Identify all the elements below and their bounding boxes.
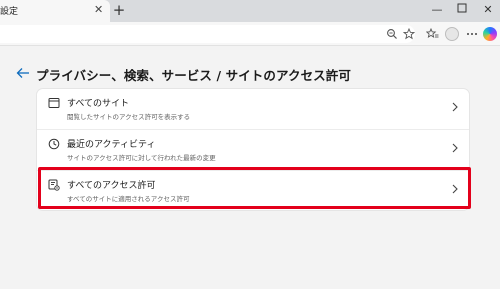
row-description: すべてのサイトに適用されるアクセス許可 bbox=[67, 195, 190, 203]
site-window-icon bbox=[48, 98, 60, 108]
close-icon[interactable]: ✕ bbox=[94, 3, 103, 17]
more-icon[interactable] bbox=[464, 26, 480, 42]
settings-content: プライバシー、検索、サービス / サイトのアクセス許可 すべてのサイト 閲覧した… bbox=[0, 47, 500, 289]
profile-icon[interactable] bbox=[444, 26, 460, 42]
tab-settings[interactable]: 設定 ✕ bbox=[0, 0, 110, 22]
row-label: すべてのサイト bbox=[67, 99, 130, 109]
row-recent-activity[interactable]: 最近のアクティビティ サイトのアクセス許可に対して行われた最新の変更 bbox=[37, 130, 469, 170]
row-description: 閲覧したサイトのアクセス許可を表示する bbox=[67, 113, 191, 121]
row-all-permissions[interactable]: すべてのアクセス許可 すべてのサイトに適用されるアクセス許可 bbox=[37, 171, 469, 211]
maximize-icon[interactable] bbox=[455, 2, 469, 18]
window-close-icon[interactable]: ✕ bbox=[481, 2, 495, 18]
page-title: プライバシー、検索、サービス / サイトのアクセス許可 bbox=[36, 68, 351, 83]
address-bar[interactable] bbox=[0, 25, 415, 43]
settings-card: すべてのサイト 閲覧したサイトのアクセス許可を表示する 最近のアクティビティ サ… bbox=[37, 89, 469, 210]
plus-icon[interactable]: + bbox=[111, 2, 127, 18]
tab-strip: 設定 ✕ + — ✕ bbox=[0, 0, 500, 22]
favorite-star-icon[interactable] bbox=[401, 26, 417, 42]
row-all-sites[interactable]: すべてのサイト 閲覧したサイトのアクセス許可を表示する bbox=[37, 89, 469, 129]
row-description: サイトのアクセス許可に対して行われた最新の変更 bbox=[67, 154, 216, 162]
minimize-icon[interactable]: — bbox=[430, 2, 444, 18]
row-label: 最近のアクティビティ bbox=[67, 140, 156, 150]
zoom-icon[interactable] bbox=[384, 26, 400, 42]
favorites-icon[interactable] bbox=[424, 26, 440, 42]
chevron-right-icon bbox=[452, 143, 458, 153]
copilot-icon[interactable] bbox=[482, 26, 498, 42]
permissions-icon bbox=[48, 179, 60, 191]
row-label: すべてのアクセス許可 bbox=[67, 181, 156, 191]
chevron-right-icon bbox=[452, 102, 458, 112]
chevron-right-icon bbox=[452, 184, 458, 194]
clock-icon bbox=[48, 138, 60, 150]
toolbar bbox=[0, 22, 500, 46]
back-arrow-icon[interactable] bbox=[16, 66, 30, 80]
tab-title: 設定 bbox=[0, 7, 19, 17]
